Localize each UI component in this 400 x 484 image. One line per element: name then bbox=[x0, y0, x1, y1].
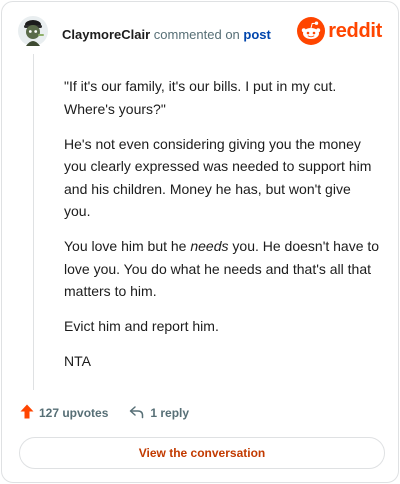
comment-actions: 127 upvotes 1 reply bbox=[20, 402, 189, 424]
comment-header: ClaymoreClair commented on post reddit bbox=[18, 16, 384, 54]
emphasis-text: needs bbox=[190, 238, 229, 254]
comment-paragraph: NTA bbox=[64, 353, 91, 369]
post-link[interactable]: post bbox=[243, 27, 270, 42]
action-text: commented on bbox=[153, 27, 240, 42]
username[interactable]: ClaymoreClair bbox=[62, 27, 150, 42]
thread-line bbox=[33, 54, 34, 390]
comment-paragraph: You love him but he needs you. He doesn'… bbox=[64, 235, 380, 303]
reddit-brand[interactable]: reddit bbox=[297, 16, 382, 46]
comment-body: "If it's our family, it's our bills. I p… bbox=[64, 75, 380, 385]
comment-paragraph: Evict him and report him. bbox=[64, 318, 219, 334]
paragraph-text: You love him but he bbox=[64, 238, 191, 254]
upvote-button[interactable]: 127 upvotes bbox=[20, 404, 108, 422]
upvote-arrow-icon bbox=[20, 404, 39, 422]
upvote-count: 127 upvotes bbox=[39, 406, 109, 420]
comment-paragraph: He's not even considering giving you the… bbox=[64, 135, 372, 220]
comment-card: ClaymoreClair commented on post reddit "… bbox=[1, 1, 399, 483]
comment-paragraph: "If it's our family, it's our bills. I p… bbox=[64, 78, 337, 117]
reply-arrow-icon bbox=[129, 405, 150, 422]
comment-meta: ClaymoreClair commented on post bbox=[62, 27, 271, 42]
reddit-wordmark: reddit bbox=[328, 19, 382, 42]
view-conversation-button[interactable]: View the conversation bbox=[19, 437, 385, 469]
user-avatar[interactable] bbox=[18, 16, 48, 46]
reddit-snoo-icon bbox=[297, 17, 326, 45]
reply-count: 1 reply bbox=[150, 406, 190, 420]
reply-button[interactable]: 1 reply bbox=[129, 405, 189, 422]
